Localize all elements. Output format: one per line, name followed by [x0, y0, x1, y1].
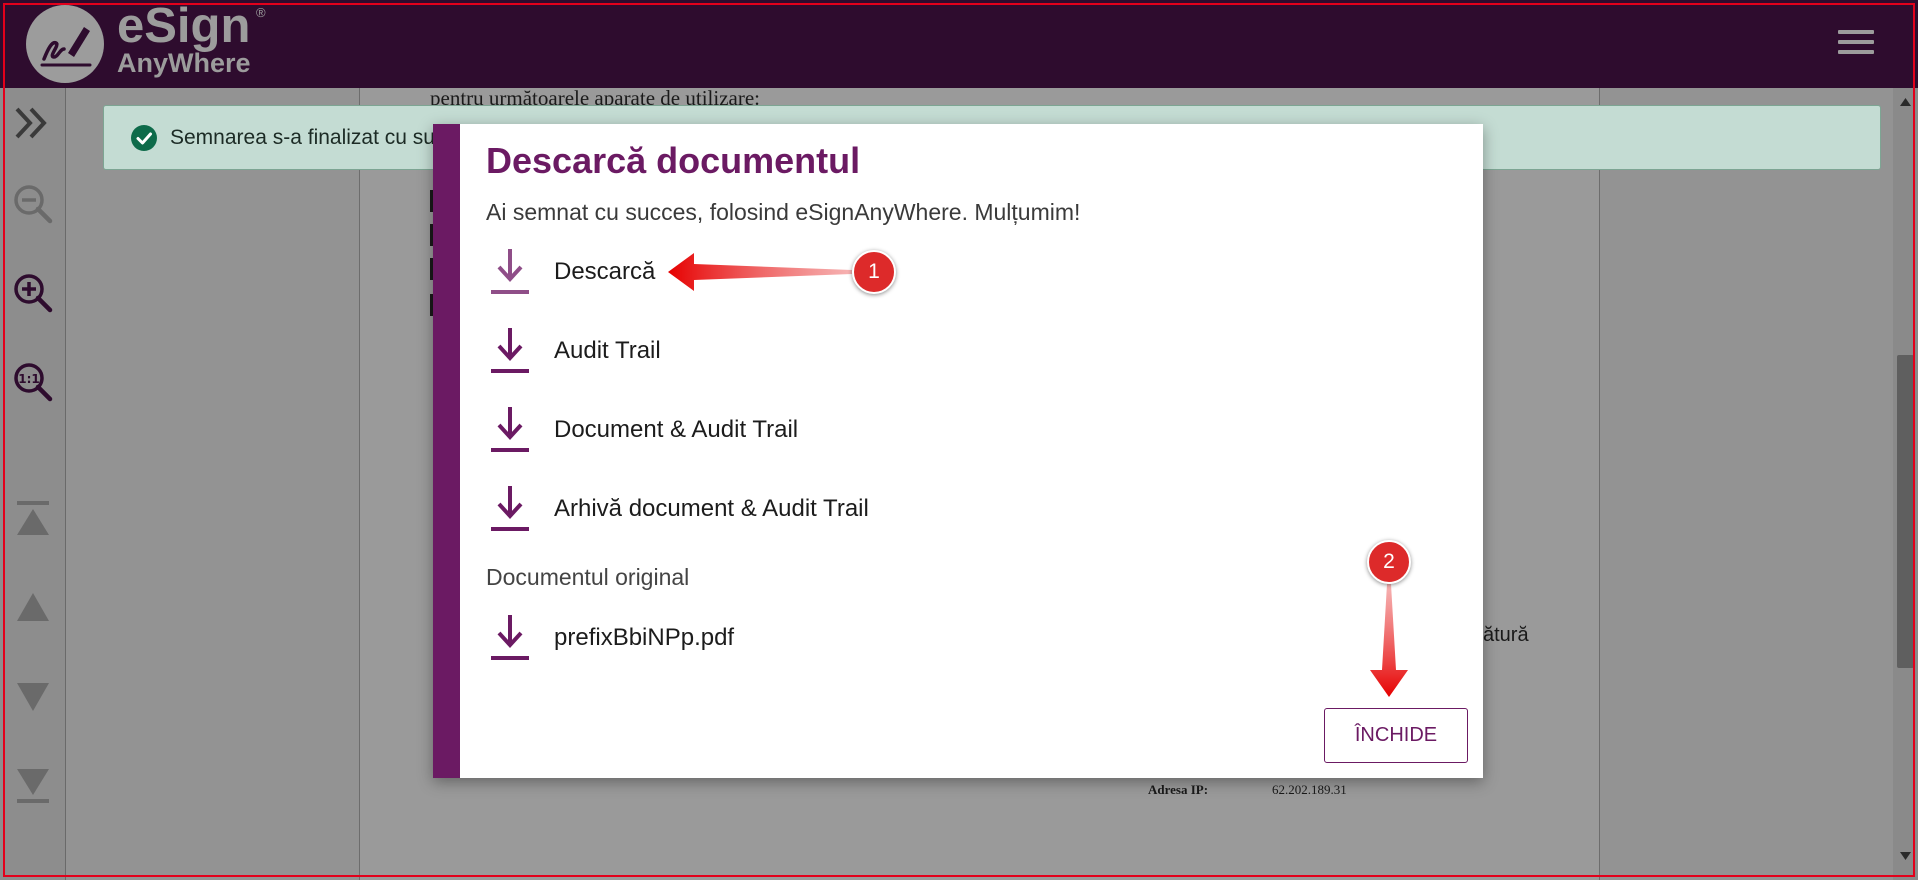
download-dialog: Descarcă documentul Ai semnat cu succes,… — [433, 124, 1483, 778]
svg-text:1:1: 1:1 — [18, 372, 40, 386]
viewer-toolbar: 1:1 — [0, 88, 66, 880]
logo-title: eSign — [117, 0, 251, 53]
download-audit-trail-link[interactable]: Audit Trail — [488, 324, 1188, 378]
document-gutter-left — [66, 88, 359, 880]
document-ip-label: Adresa IP: — [1148, 782, 1209, 797]
download-document-link[interactable]: Descarcă — [488, 245, 1188, 299]
zoom-out-icon[interactable] — [10, 181, 56, 227]
logo-registered-mark: ® — [256, 5, 266, 20]
original-document-heading: Documentul original — [486, 564, 690, 590]
annotation-badge-2: 2 — [1367, 540, 1411, 584]
download-icon — [488, 405, 532, 455]
download-archive-label: Arhivă document & Audit Trail — [554, 495, 869, 522]
download-icon — [488, 484, 532, 534]
app-header: eSign ® AnyWhere — [0, 0, 1918, 88]
download-audit-trail-label: Audit Trail — [554, 337, 661, 364]
dialog-accent-bar — [433, 124, 460, 778]
logo-icon — [26, 5, 104, 83]
previous-page-icon[interactable] — [10, 584, 56, 630]
download-document-and-audit-trail-link[interactable]: Document & Audit Trail — [488, 403, 1188, 457]
expand-panel-icon[interactable] — [10, 100, 56, 146]
annotation-badge-1: 1 — [852, 250, 896, 294]
scrollbar-thumb[interactable] — [1897, 355, 1914, 668]
zoom-in-icon[interactable] — [10, 270, 56, 316]
dialog-subtitle: Ai semnat cu succes, folosind eSignAnyWh… — [486, 199, 1081, 225]
hamburger-menu-icon[interactable] — [1838, 30, 1874, 56]
document-ip-value: 62.202.189.31 — [1272, 782, 1347, 797]
original-file-label: prefixBbiNPp.pdf — [554, 624, 735, 651]
document-gutter-right — [1600, 88, 1893, 880]
download-document-label: Descarcă — [554, 258, 656, 285]
download-icon — [488, 613, 532, 663]
download-icon — [488, 247, 532, 297]
last-page-icon[interactable] — [10, 762, 56, 808]
check-circle-icon — [130, 124, 158, 157]
success-message: Semnarea s-a finalizat cu su — [170, 126, 435, 149]
document-text-fragment: ătură — [1483, 624, 1529, 646]
close-button[interactable]: ÎNCHIDE — [1324, 708, 1468, 763]
download-document-and-audit-trail-label: Document & Audit Trail — [554, 416, 799, 443]
download-icon — [488, 326, 532, 376]
logo-subtitle: AnyWhere — [117, 48, 251, 78]
first-page-icon[interactable] — [10, 496, 56, 542]
zoom-actual-size-icon[interactable]: 1:1 — [10, 359, 56, 405]
next-page-icon[interactable] — [10, 674, 56, 720]
dialog-title: Descarcă documentul — [486, 140, 861, 181]
download-archive-link[interactable]: Arhivă document & Audit Trail — [488, 482, 1188, 536]
download-original-file-link[interactable]: prefixBbiNPp.pdf — [488, 611, 1188, 665]
